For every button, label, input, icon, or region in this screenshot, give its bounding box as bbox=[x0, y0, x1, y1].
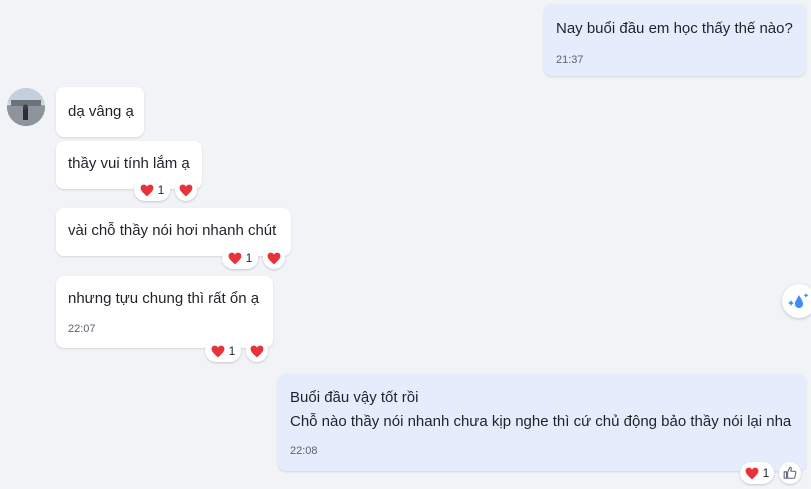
message-time: 22:08 bbox=[290, 445, 318, 457]
heart-react-button[interactable] bbox=[175, 179, 197, 201]
avatar[interactable] bbox=[7, 88, 45, 126]
message-text: nhưng tựu chung thì rất ổn ạ bbox=[68, 290, 260, 307]
message-text-line: Chỗ nào thầy nói nhanh chưa kịp nghe thì… bbox=[290, 413, 792, 430]
message-text: thầy vui tính lắm ạ bbox=[68, 155, 190, 172]
heart-react-button[interactable] bbox=[246, 340, 268, 362]
reaction-count: 1 bbox=[245, 251, 253, 265]
thumbs-up-icon bbox=[783, 466, 797, 479]
heart-icon bbox=[745, 467, 759, 479]
message-text-line: Buổi đầu vậy tốt rồi bbox=[290, 389, 419, 406]
heart-icon bbox=[140, 184, 154, 196]
like-button[interactable] bbox=[779, 462, 801, 484]
message-bubble-incoming[interactable]: dạ vâng ạ bbox=[56, 87, 144, 137]
message-bubble-incoming[interactable]: nhưng tựu chung thì rất ổn ạ 22:07 bbox=[56, 276, 273, 348]
reaction-summary[interactable]: 1 bbox=[134, 179, 170, 201]
heart-icon bbox=[250, 345, 264, 357]
message-time: 21:37 bbox=[556, 54, 584, 66]
message-text: Nay buổi đầu em học thấy thế nào? bbox=[556, 20, 793, 37]
message-time: 22:07 bbox=[68, 323, 96, 335]
heart-react-button[interactable] bbox=[263, 247, 285, 269]
reaction-summary[interactable]: 1 bbox=[222, 247, 258, 269]
heart-icon bbox=[179, 184, 193, 196]
reaction-summary[interactable]: 1 bbox=[740, 462, 774, 484]
heart-icon bbox=[228, 252, 242, 264]
message-bubble-outgoing[interactable]: Nay buổi đầu em học thấy thế nào? 21:37 bbox=[544, 4, 806, 76]
sparkle-drop-icon bbox=[788, 293, 809, 308]
reaction-count: 1 bbox=[762, 466, 770, 480]
heart-icon bbox=[267, 252, 281, 264]
reaction-summary[interactable]: 1 bbox=[205, 340, 241, 362]
reaction-count: 1 bbox=[157, 183, 165, 197]
heart-icon bbox=[211, 345, 225, 357]
quick-reaction-button[interactable] bbox=[782, 284, 811, 318]
message-bubble-incoming[interactable]: vài chỗ thầy nói hơi nhanh chút bbox=[56, 208, 291, 256]
message-text: vài chỗ thầy nói hơi nhanh chút bbox=[68, 222, 277, 239]
avatar-photo bbox=[7, 88, 45, 126]
message-text: dạ vâng ạ bbox=[68, 103, 134, 120]
reaction-count: 1 bbox=[228, 344, 236, 358]
message-bubble-outgoing[interactable]: Buổi đầu vậy tốt rồi Chỗ nào thầy nói nh… bbox=[278, 374, 806, 471]
